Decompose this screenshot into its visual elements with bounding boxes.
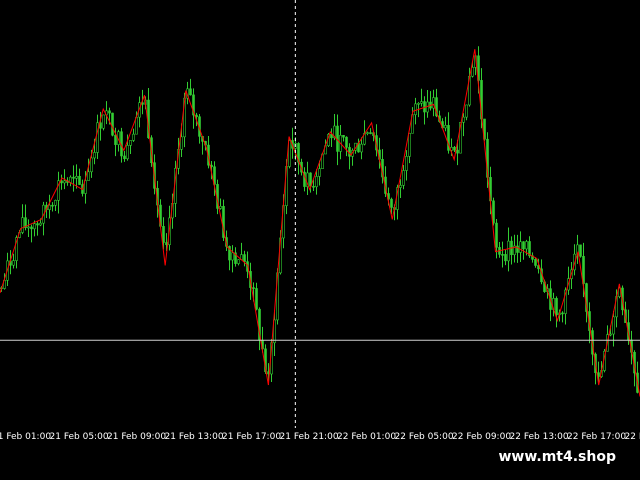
candle-body <box>33 223 36 230</box>
candle-body <box>237 259 240 264</box>
candle-body <box>78 175 81 185</box>
candle-body <box>399 185 402 188</box>
candle-body <box>525 241 528 250</box>
time-tick-label: 22 Feb 05:00 <box>394 432 454 442</box>
candle-body <box>21 217 24 233</box>
candle-body <box>195 114 198 118</box>
candle-body <box>504 254 507 262</box>
candle-body <box>330 134 333 139</box>
candle-body <box>12 260 15 266</box>
candle-body <box>456 149 459 154</box>
candle-body <box>102 114 105 129</box>
candle-body <box>54 200 57 206</box>
candle-body <box>366 132 369 134</box>
time-tick-label: 21 Feb 13:00 <box>164 432 224 442</box>
candle-body <box>219 206 222 209</box>
candle-body <box>345 136 348 148</box>
candle-body <box>492 200 495 224</box>
candle-body <box>561 312 564 315</box>
candle-body <box>111 112 114 136</box>
candle-body <box>180 136 183 150</box>
chart-canvas[interactable] <box>0 0 640 428</box>
candle-body <box>63 180 66 184</box>
candle-body <box>90 157 93 173</box>
candle-body <box>360 143 363 153</box>
candle-body <box>255 288 258 310</box>
candle-body <box>495 222 498 248</box>
candle-body <box>471 67 474 77</box>
candle-body <box>48 204 51 210</box>
candle-body <box>612 316 615 335</box>
candle-body <box>408 132 411 157</box>
candle-body <box>465 104 468 118</box>
candle-body <box>129 140 132 146</box>
time-tick-label: 22 Feb 13:00 <box>509 432 569 442</box>
candle-body <box>342 135 345 138</box>
candle-body <box>555 298 558 316</box>
time-tick-label: 22 Feb 09:00 <box>452 432 512 442</box>
candle-body <box>444 125 447 129</box>
candle-body <box>30 226 33 230</box>
candle-body <box>453 146 456 151</box>
candle-body <box>318 168 321 177</box>
candle-body <box>87 171 90 181</box>
candle-body <box>609 333 612 336</box>
candle-body <box>405 156 408 171</box>
candle-body <box>51 204 54 207</box>
candle-body <box>69 176 72 183</box>
candle-body <box>315 176 318 188</box>
candle-body <box>231 252 234 261</box>
candle-body <box>132 133 135 141</box>
candle-body <box>501 254 504 256</box>
candle-body <box>462 116 465 123</box>
candle-body <box>579 244 582 257</box>
candle-body <box>75 175 78 179</box>
time-tick-label: 21 Feb 21:00 <box>279 432 339 442</box>
candle-body <box>519 241 522 253</box>
time-tick-label: 22 Feb 17:00 <box>567 432 627 442</box>
candle-body <box>27 226 30 229</box>
candle-body <box>72 176 75 179</box>
price-chart[interactable] <box>0 0 640 428</box>
candle-body <box>162 226 165 243</box>
candle-body <box>402 170 405 186</box>
candle-body <box>114 134 117 145</box>
time-tick-label: 21 Feb 01:00 <box>0 432 52 442</box>
candle-body <box>420 101 423 104</box>
candle-body <box>507 240 510 262</box>
candle-body <box>36 223 39 226</box>
candle-body <box>414 103 417 116</box>
candle-body <box>243 254 246 262</box>
time-tick-label: 21 Feb 09:00 <box>107 432 167 442</box>
candle-body <box>390 198 393 208</box>
candle-body <box>93 152 96 159</box>
candle-body <box>108 110 111 114</box>
candle-body <box>252 287 255 289</box>
candle-body <box>522 241 525 250</box>
candle-body <box>123 155 126 160</box>
candle-body <box>369 132 372 134</box>
candle-body <box>534 259 537 266</box>
candle-body <box>312 185 315 188</box>
time-tick-label: 22 Feb <box>624 432 640 442</box>
watermark-text: www.mt4.shop <box>490 446 624 472</box>
time-tick-label: 22 Feb 01:00 <box>337 432 397 442</box>
time-tick-label: 21 Feb 17:00 <box>222 432 282 442</box>
zigzag-line <box>0 49 640 397</box>
candle-body <box>39 222 42 226</box>
candle-body <box>417 103 420 105</box>
candle-body <box>126 145 129 160</box>
time-tick-label: 21 Feb 05:00 <box>49 432 109 442</box>
candle-body <box>189 88 192 96</box>
